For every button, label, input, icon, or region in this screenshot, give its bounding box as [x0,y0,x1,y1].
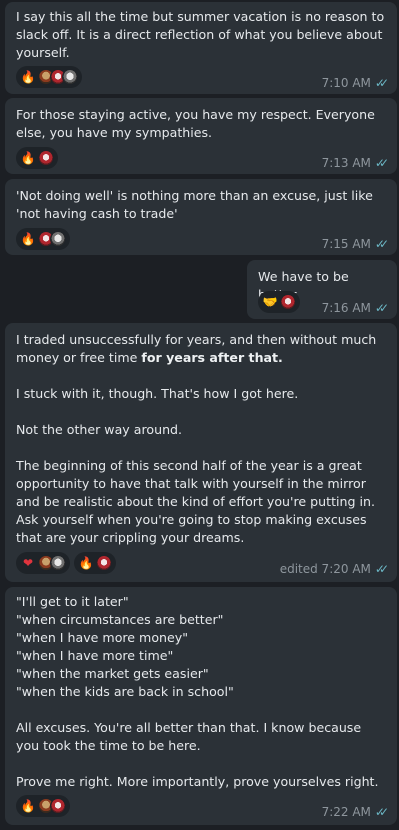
avatar [50,231,66,247]
message-text: "I'll get to it later" "when circumstanc… [16,594,379,789]
double-check-icon: ✓✓ [374,237,389,251]
timestamp: 7:13 AM [321,156,371,170]
timestamp: edited 7:20 AM [279,562,371,576]
message-meta: 7:15 AM ✓✓ [321,237,390,251]
message-text: For those staying active, you have my re… [16,107,379,140]
reaction-fire[interactable]: 🔥 [16,66,82,88]
reactions: ❤ 🔥 [16,552,116,574]
timestamp: 7:10 AM [321,76,371,90]
reactions: 🔥 [16,66,82,88]
double-check-icon: ✓✓ [374,805,389,819]
avatar [38,150,54,166]
message-text-part: I stuck with it, though. That's how I go… [16,386,375,545]
reactions: 🔥 [16,147,58,169]
message-bubble[interactable]: I traded unsuccessfully for years, and t… [5,323,397,582]
message-meta: 7:22 AM ✓✓ [321,805,390,819]
message-meta: 7:13 AM ✓✓ [321,156,390,170]
avatar [280,294,296,310]
handshake-icon: 🤝 [262,295,278,309]
double-check-icon: ✓✓ [374,156,389,170]
reaction-heart[interactable]: ❤ [16,552,70,574]
double-check-icon: ✓✓ [374,76,389,90]
message-bubble[interactable]: For those staying active, you have my re… [5,98,397,174]
message-bubble[interactable]: We have to be better. 🤝 7:16 AM ✓✓ [247,260,397,319]
message-text: I say this all the time but summer vacat… [16,9,389,60]
message-text: 'Not doing well' is nothing more than an… [16,188,377,221]
avatar [96,555,112,571]
reaction-fire[interactable]: 🔥 [16,228,70,250]
reactions: 🔥 [16,795,70,817]
message-meta: 7:10 AM ✓✓ [321,76,390,90]
avatar [50,555,66,571]
avatar [50,798,66,814]
fire-icon: 🔥 [20,799,36,813]
reactions: 🤝 [258,291,300,313]
chat-view: I say this all the time but summer vacat… [0,0,399,830]
double-check-icon: ✓✓ [374,562,389,576]
fire-icon: 🔥 [78,556,94,570]
reaction-fire[interactable]: 🔥 [16,795,70,817]
message-bubble[interactable]: I say this all the time but summer vacat… [5,2,397,94]
fire-icon: 🔥 [20,151,36,165]
timestamp: 7:15 AM [321,237,371,251]
message-bubble[interactable]: 'Not doing well' is nothing more than an… [5,179,397,255]
avatar [62,69,78,85]
fire-icon: 🔥 [20,70,36,84]
reaction-fire[interactable]: 🔥 [74,552,116,574]
heart-icon: ❤ [22,556,34,570]
timestamp: 7:16 AM [321,301,371,315]
timestamp: 7:22 AM [321,805,371,819]
fire-icon: 🔥 [20,232,36,246]
message-text: I traded unsuccessfully for years, and t… [16,331,387,547]
message-meta: edited 7:20 AM ✓✓ [280,562,389,576]
reaction-handshake[interactable]: 🤝 [258,291,300,313]
message-text-bold: for years after that. [141,350,283,365]
message-bubble[interactable]: "I'll get to it later" "when circumstanc… [5,587,397,825]
reaction-fire[interactable]: 🔥 [16,147,58,169]
reactions: 🔥 [16,228,70,250]
message-meta: 7:16 AM ✓✓ [321,301,390,315]
double-check-icon: ✓✓ [374,301,389,315]
